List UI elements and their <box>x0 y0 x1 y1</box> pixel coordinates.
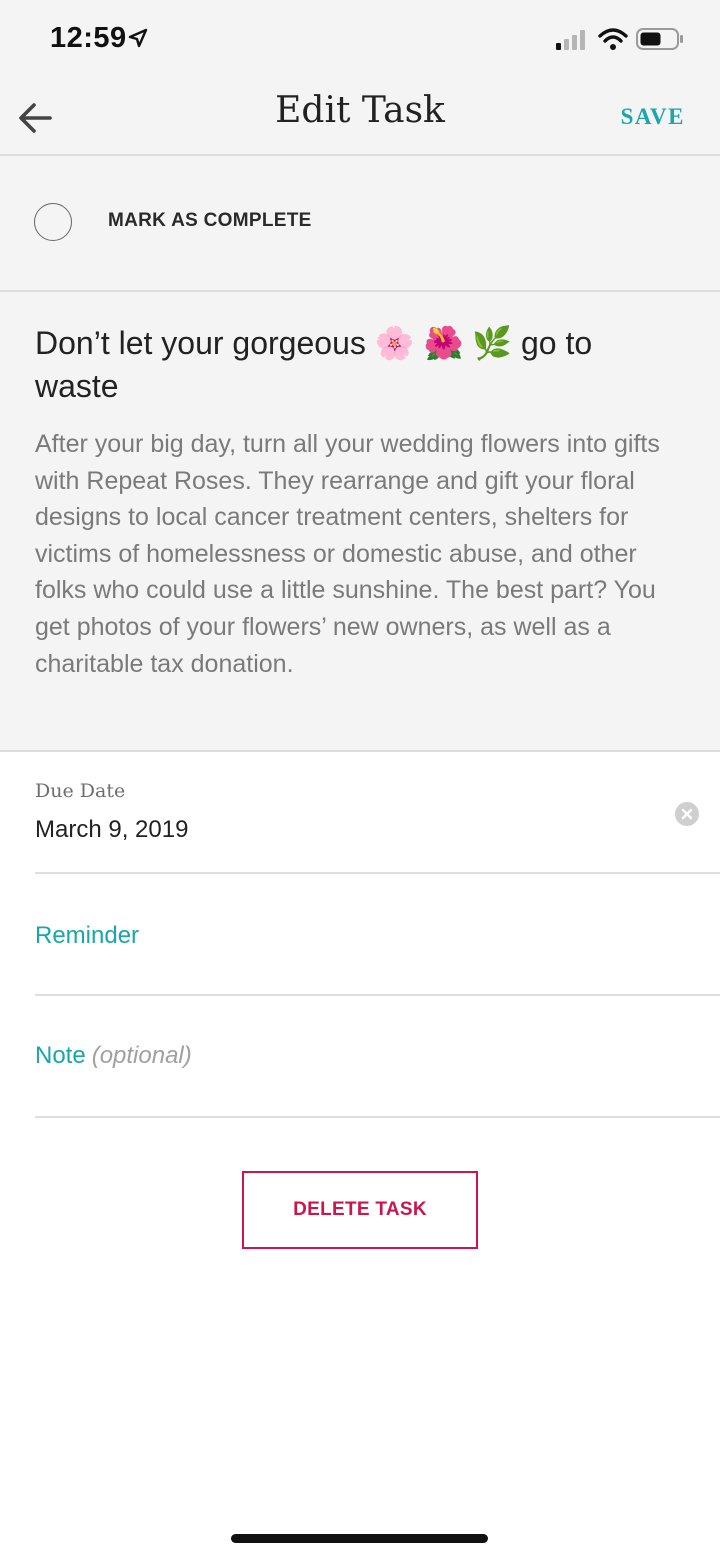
task-details: Don’t let your gorgeous 🌸 🌺 🌿 go to wast… <box>0 292 720 752</box>
delete-task-button[interactable]: DELETE TASK <box>242 1171 478 1249</box>
location-arrow-icon <box>128 28 148 53</box>
note-placeholder: (optional) <box>91 1042 192 1069</box>
status-bar: 12:59 <box>0 0 720 78</box>
mark-complete-row[interactable]: MARK AS COMPLETE <box>0 156 720 292</box>
complete-checkbox[interactable] <box>34 203 72 241</box>
due-date-value[interactable]: March 9, 2019 <box>35 816 188 844</box>
note-label-text: Note <box>35 1042 86 1069</box>
reminder-field[interactable]: Reminder <box>35 874 720 996</box>
save-button[interactable]: SAVE <box>621 104 685 130</box>
battery-icon <box>636 27 684 56</box>
nav-bar: Edit Task SAVE <box>0 78 720 156</box>
task-description: After your big day, turn all your weddin… <box>35 430 660 678</box>
note-label: Note (optional) <box>35 1042 192 1070</box>
due-date-label: Due Date <box>35 780 126 802</box>
reminder-label: Reminder <box>35 922 140 949</box>
task-title: Don’t let your gorgeous 🌸 🌺 🌿 go to wast… <box>35 325 593 404</box>
note-field[interactable]: Note (optional) <box>35 996 720 1118</box>
home-indicator[interactable] <box>231 1534 488 1543</box>
status-time: 12:59 <box>50 22 127 54</box>
signal-icon <box>556 30 588 55</box>
clear-date-icon[interactable] <box>675 802 699 826</box>
mark-complete-label: MARK AS COMPLETE <box>108 210 312 231</box>
due-date-field[interactable]: Due Date March 9, 2019 <box>35 752 720 874</box>
page-title: Edit Task <box>275 90 445 131</box>
wifi-icon <box>598 27 628 56</box>
